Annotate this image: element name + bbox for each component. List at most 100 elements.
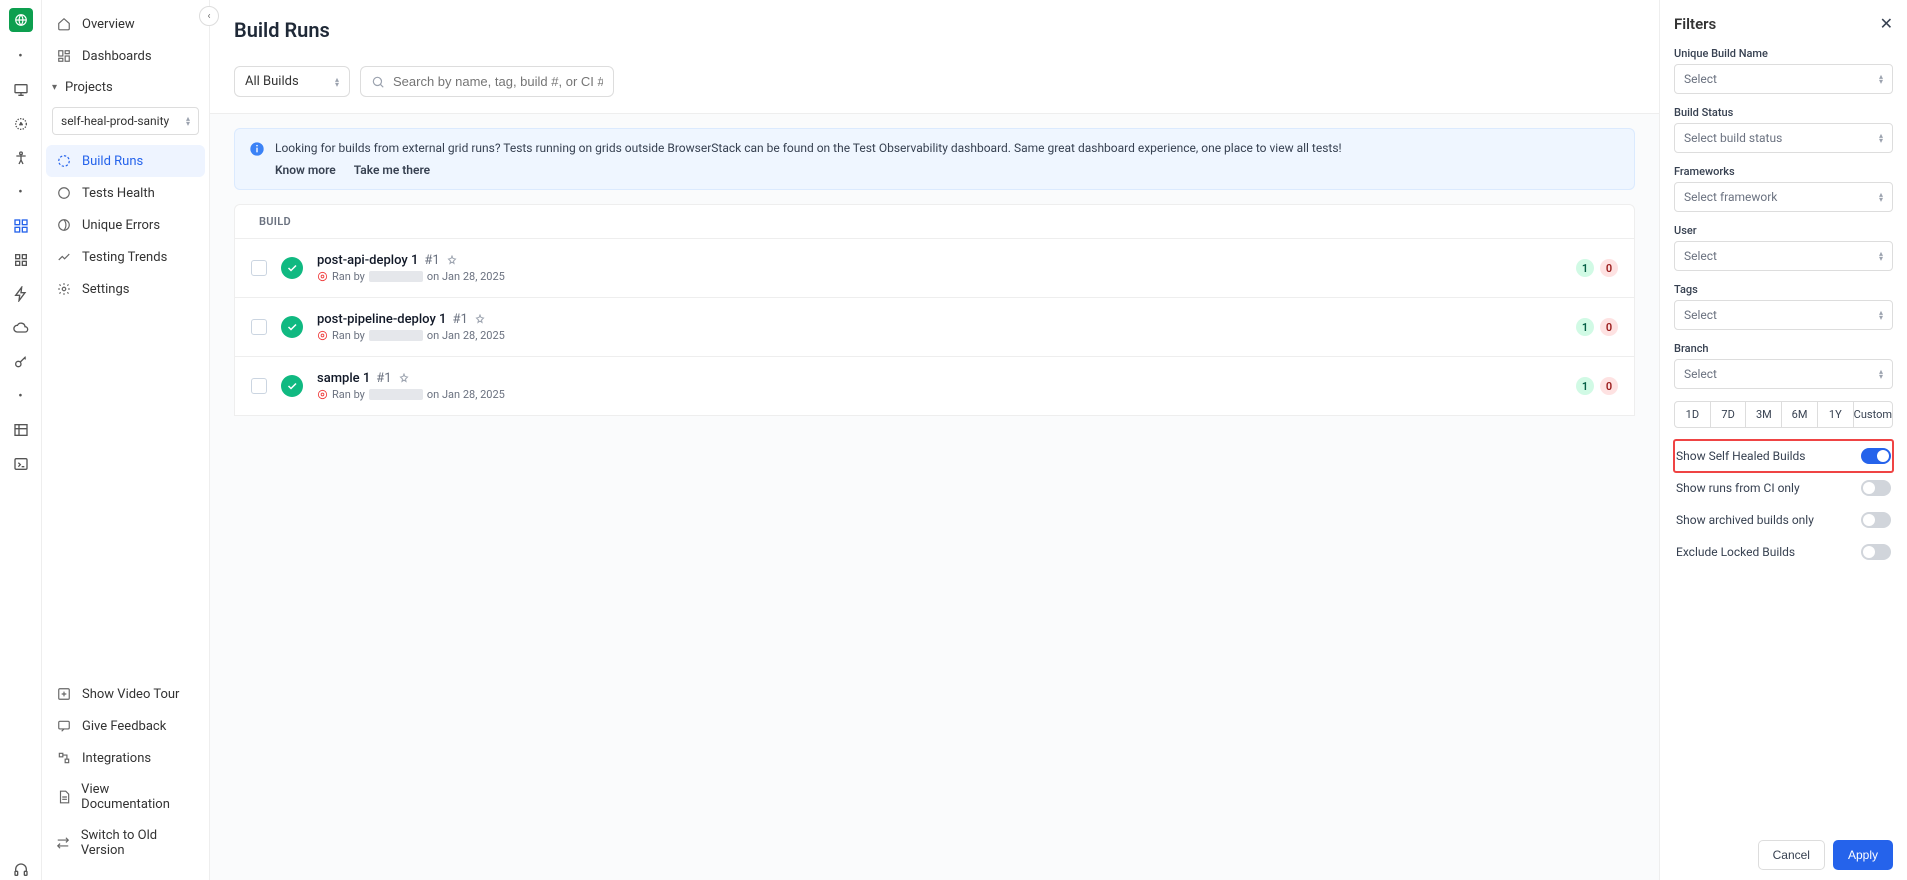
sidebar-projects-expand[interactable]: ▾ Projects [46, 72, 205, 103]
status-pass-icon [281, 316, 303, 338]
sidebar-documentation[interactable]: View Documentation [46, 774, 205, 820]
sidebar-feedback[interactable]: Give Feedback [46, 710, 205, 742]
runby-icon [317, 330, 328, 341]
sidebar-build-runs[interactable]: Build Runs [46, 145, 205, 177]
sidebar-item-label: Integrations [82, 751, 151, 766]
filter-build-status-select[interactable]: Select build status▴▾ [1674, 123, 1893, 153]
terminal-icon[interactable] [11, 454, 31, 474]
sidebar-testing-trends[interactable]: Testing Trends [46, 241, 205, 273]
search-input[interactable] [393, 74, 603, 89]
main-area: Build Runs All Builds ▴▾ Looking for bui… [210, 0, 1659, 880]
target-icon[interactable] [11, 114, 31, 134]
sidebar-item-label: Switch to Old Version [81, 828, 195, 858]
ran-date: on Jan 28, 2025 [427, 329, 505, 342]
sidebar-item-label: Unique Errors [82, 218, 160, 233]
build-number: #1 [376, 371, 391, 386]
sidebar-integrations[interactable]: Integrations [46, 742, 205, 774]
filter-label-frameworks: Frameworks [1674, 165, 1893, 178]
sidebar-tests-health[interactable]: Tests Health [46, 177, 205, 209]
switch-icon [56, 835, 71, 851]
sidebar: ‹ Overview Dashboards ▾ Projects self-he… [42, 0, 210, 880]
health-icon [56, 185, 72, 201]
toggle-ci-only-switch[interactable] [1861, 480, 1891, 496]
banner-take-me-link[interactable]: Take me there [354, 163, 430, 177]
date-range-option[interactable]: Custom [1854, 402, 1892, 427]
row-checkbox[interactable] [251, 378, 267, 394]
filter-label-user: User [1674, 224, 1893, 237]
apply-button[interactable]: Apply [1833, 840, 1893, 870]
project-selector[interactable]: self-heal-prod-sanity ▴▾ [52, 107, 199, 135]
toggle-locked-switch[interactable] [1861, 544, 1891, 560]
banner-know-more-link[interactable]: Know more [275, 163, 336, 177]
date-range-option[interactable]: 1Y [1818, 402, 1854, 427]
filter-label-tags: Tags [1674, 283, 1893, 296]
toolbar: All Builds ▴▾ [210, 54, 1659, 114]
toggle-self-healed-switch[interactable] [1861, 448, 1891, 464]
filter-frameworks-select[interactable]: Select framework▴▾ [1674, 182, 1893, 212]
date-range-option[interactable]: 1D [1675, 402, 1711, 427]
filter-unique-build-select[interactable]: Select▴▾ [1674, 64, 1893, 94]
sidebar-overview[interactable]: Overview [46, 8, 205, 40]
chevron-down-icon: ▾ [52, 82, 57, 93]
runby-icon [317, 389, 328, 400]
toggle-label: Show Self Healed Builds [1676, 449, 1806, 463]
sidebar-dashboards[interactable]: Dashboards [46, 40, 205, 72]
main-header: Build Runs [210, 0, 1659, 54]
sidebar-item-label: Show Video Tour [82, 687, 179, 702]
ran-by-user-redacted [369, 271, 423, 282]
key-icon[interactable] [11, 352, 31, 372]
support-icon[interactable] [11, 860, 31, 880]
banner-message: Looking for builds from external grid ru… [275, 141, 1342, 155]
icon-rail: • • • [0, 0, 42, 880]
more-icon[interactable]: • [11, 182, 31, 202]
cloud-icon[interactable] [11, 318, 31, 338]
brand-icon[interactable] [9, 8, 33, 32]
monitor-icon[interactable] [11, 80, 31, 100]
filter-user-select[interactable]: Select▴▾ [1674, 241, 1893, 271]
info-icon [249, 141, 265, 177]
toggle-locked: Exclude Locked Builds [1674, 536, 1893, 568]
row-checkbox[interactable] [251, 319, 267, 335]
close-filters-button[interactable]: ✕ [1880, 14, 1893, 33]
sidebar-item-label: View Documentation [81, 782, 195, 812]
date-range-option[interactable]: 7D [1711, 402, 1747, 427]
sidebar-item-label: Build Runs [82, 154, 143, 169]
more2-icon[interactable]: • [11, 386, 31, 406]
cancel-button[interactable]: Cancel [1758, 840, 1825, 870]
runby-icon [317, 271, 328, 282]
self-heal-icon [398, 373, 410, 385]
dashboard-icon[interactable]: • [11, 46, 31, 66]
table-icon[interactable] [11, 420, 31, 440]
collapse-sidebar-button[interactable]: ‹ [199, 6, 219, 26]
toggle-archived-switch[interactable] [1861, 512, 1891, 528]
date-range-option[interactable]: 6M [1782, 402, 1818, 427]
automate-icon[interactable] [11, 216, 31, 236]
build-row[interactable]: sample 1 #1 Ran by on Jan 28, 2025 1 0 [235, 357, 1634, 415]
date-range-selector: 1D7D3M6M1YCustom [1674, 401, 1893, 428]
sidebar-item-label: Settings [82, 282, 129, 297]
sidebar-item-label: Give Feedback [82, 719, 166, 734]
sidebar-switch-old[interactable]: Switch to Old Version [46, 820, 205, 866]
sidebar-settings[interactable]: Settings [46, 273, 205, 305]
builds-filter-select[interactable]: All Builds ▴▾ [234, 66, 350, 97]
build-number: #1 [424, 253, 439, 268]
build-name: post-pipeline-deploy 1 [317, 312, 446, 327]
projects-label: Projects [65, 80, 113, 95]
row-checkbox[interactable] [251, 260, 267, 276]
search-box[interactable] [360, 66, 614, 97]
status-pass-icon [281, 257, 303, 279]
accessibility-icon[interactable] [11, 148, 31, 168]
pass-count-badge: 1 [1576, 377, 1594, 395]
build-row[interactable]: post-pipeline-deploy 1 #1 Ran by on Jan … [235, 298, 1634, 357]
build-row[interactable]: post-api-deploy 1 #1 Ran by on Jan 28, 2… [235, 239, 1634, 298]
flash-icon[interactable] [11, 284, 31, 304]
filter-branch-select[interactable]: Select▴▾ [1674, 359, 1893, 389]
filter-tags-select[interactable]: Select▴▾ [1674, 300, 1893, 330]
build-rows: post-api-deploy 1 #1 Ran by on Jan 28, 2… [234, 239, 1635, 416]
date-range-option[interactable]: 3M [1746, 402, 1782, 427]
grid-icon[interactable] [11, 250, 31, 270]
sidebar-unique-errors[interactable]: Unique Errors [46, 209, 205, 241]
ran-date: on Jan 28, 2025 [427, 270, 505, 283]
ran-by-prefix: Ran by [332, 329, 365, 342]
sidebar-video-tour[interactable]: Show Video Tour [46, 678, 205, 710]
